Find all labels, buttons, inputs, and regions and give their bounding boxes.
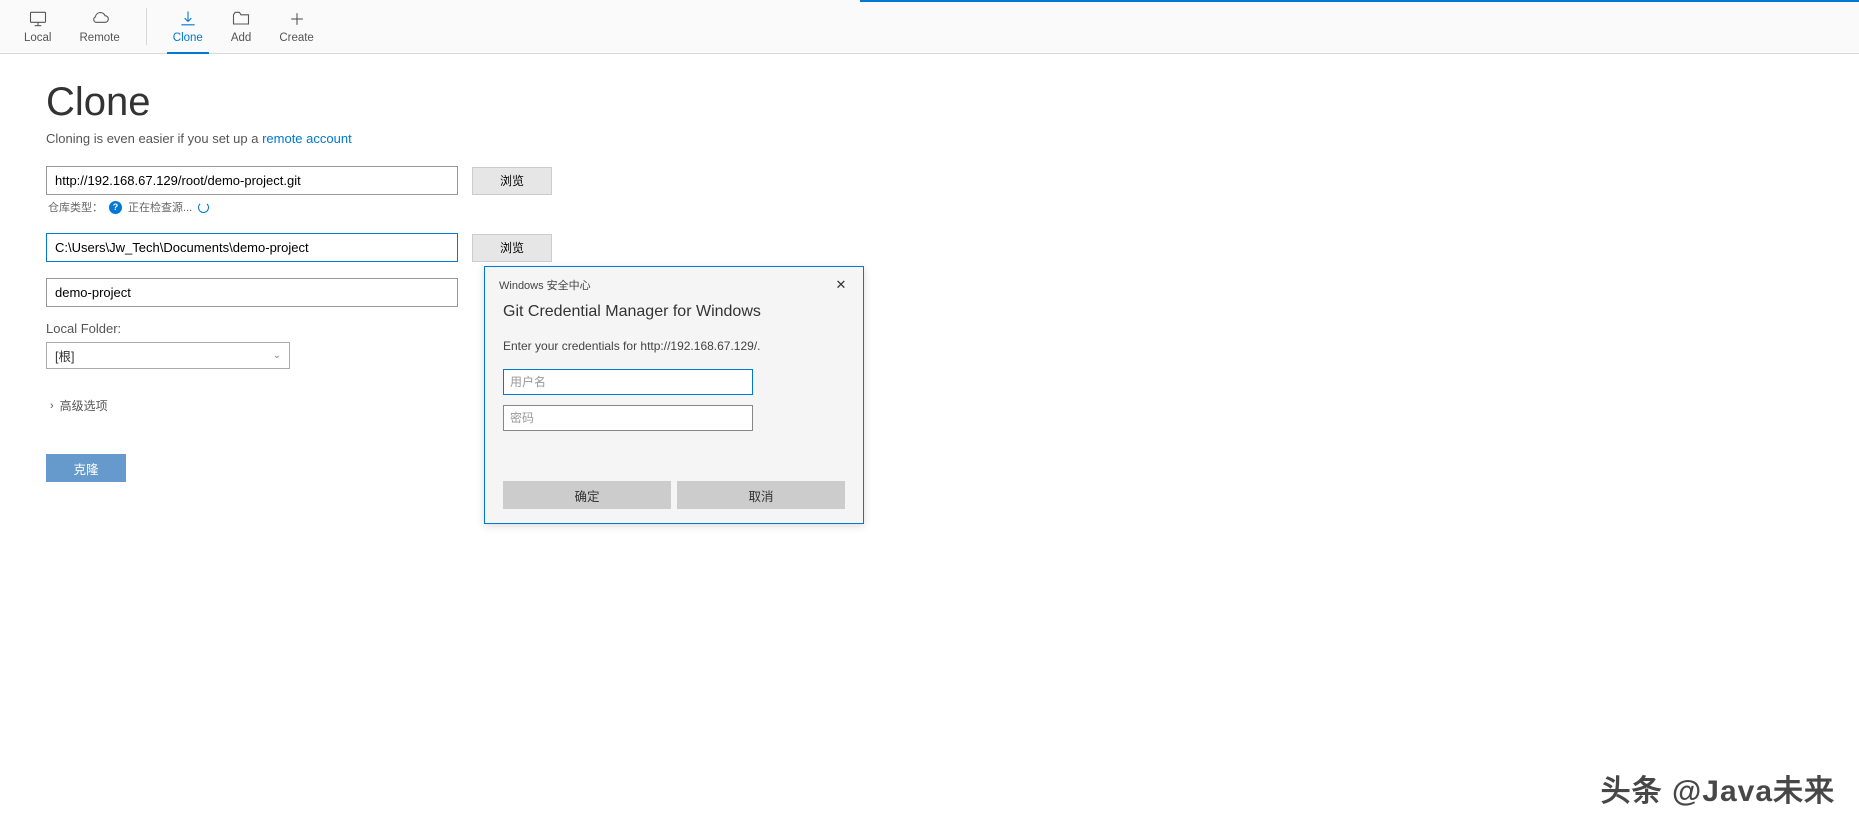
monitor-icon [28, 9, 48, 29]
info-icon: ? [109, 201, 122, 214]
toolbar-clone[interactable]: Clone [159, 0, 217, 53]
local-folder-value: [根] [55, 346, 74, 365]
remote-account-link[interactable]: remote account [262, 131, 352, 146]
dialog-title: Git Credential Manager for Windows [503, 303, 845, 321]
dialog-prompt: Enter your credentials for http://192.16… [503, 339, 845, 353]
repo-type-status: 仓库类型： ? 正在检查源... [46, 199, 1813, 215]
toolbar-remote[interactable]: Remote [66, 0, 134, 53]
advanced-options-expander[interactable]: › 高级选项 [46, 397, 1813, 414]
project-name-input[interactable] [46, 278, 458, 307]
toolbar-add[interactable]: Add [217, 0, 265, 53]
watermark: 头条 @Java未来 [1601, 766, 1835, 810]
subtitle-text: Cloning is even easier if you set up a [46, 131, 262, 146]
browse-source-button[interactable]: 浏览 [472, 167, 552, 195]
destination-path-input[interactable] [46, 233, 458, 262]
close-icon[interactable]: ✕ [829, 273, 853, 297]
toolbar-label: Remote [80, 32, 120, 44]
toolbar-local[interactable]: Local [10, 0, 66, 53]
toolbar-create[interactable]: Create [265, 0, 328, 53]
password-input[interactable] [503, 405, 753, 431]
chevron-down-icon: ⌄ [273, 350, 281, 361]
cloud-icon [90, 9, 110, 29]
toolbar-label: Create [279, 32, 314, 44]
subtitle: Cloning is even easier if you set up a r… [46, 131, 1813, 146]
toolbar-label: Local [24, 32, 52, 44]
browse-destination-button[interactable]: 浏览 [472, 234, 552, 262]
source-url-input[interactable] [46, 166, 458, 195]
download-icon [178, 9, 198, 29]
checking-label: 正在检查源... [128, 199, 192, 215]
toolbar: Local Remote Clone Add Create [0, 0, 1859, 54]
cancel-button[interactable]: 取消 [677, 481, 845, 509]
folder-open-icon [231, 9, 251, 29]
credential-dialog: Windows 安全中心 ✕ Git Credential Manager fo… [484, 266, 864, 524]
chevron-right-icon: › [50, 400, 54, 412]
ok-button[interactable]: 确定 [503, 481, 671, 509]
local-folder-label: Local Folder: [46, 321, 1813, 336]
main-content: Clone Cloning is even easier if you set … [0, 54, 1859, 508]
clone-button[interactable]: 克隆 [46, 454, 126, 482]
toolbar-label: Add [231, 32, 251, 44]
repo-type-label: 仓库类型： [48, 199, 103, 215]
separator [146, 8, 147, 45]
local-folder-select[interactable]: [根] ⌄ [46, 342, 290, 369]
toolbar-label: Clone [173, 32, 203, 44]
accent-border [860, 0, 1859, 2]
advanced-label: 高级选项 [60, 397, 108, 414]
spinner-icon [198, 202, 209, 213]
username-input[interactable] [503, 369, 753, 395]
dialog-window-title: Windows 安全中心 [499, 277, 591, 293]
plus-icon [287, 9, 307, 29]
page-title: Clone [46, 80, 1813, 125]
